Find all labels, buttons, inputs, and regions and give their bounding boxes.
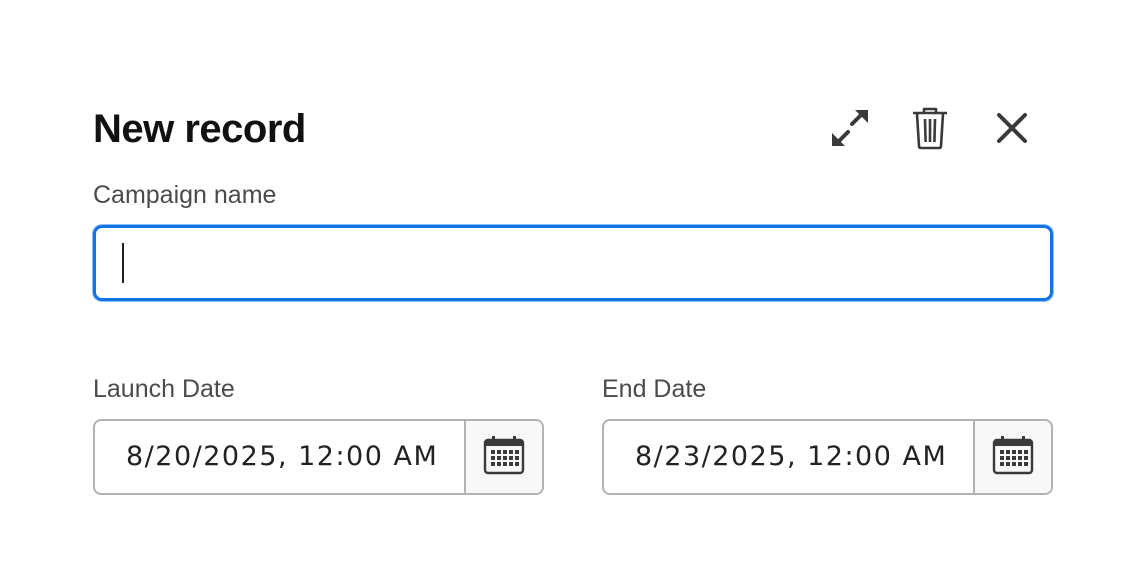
campaign-name-field[interactable] xyxy=(93,225,1053,301)
expand-arrows-icon xyxy=(828,106,872,150)
trash-icon xyxy=(910,106,950,150)
launch-date-field[interactable]: 8/20/2025, 12:00 AM xyxy=(93,419,544,495)
dialog-title: New record xyxy=(93,107,306,151)
end-date-field[interactable]: 8/23/2025, 12:00 AM xyxy=(602,419,1053,495)
calendar-icon xyxy=(992,435,1034,480)
end-date-calendar-button[interactable] xyxy=(973,421,1051,493)
launch-date-label: Launch Date xyxy=(93,375,235,403)
campaign-name-label: Campaign name xyxy=(93,181,277,209)
close-button[interactable] xyxy=(988,104,1036,152)
calendar-icon xyxy=(483,435,525,480)
new-record-dialog: New record Campaign name Launch Date 8/2… xyxy=(0,0,1134,574)
end-date-label: End Date xyxy=(602,375,707,403)
delete-button[interactable] xyxy=(906,104,954,152)
expand-button[interactable] xyxy=(826,104,874,152)
campaign-name-input[interactable] xyxy=(96,228,1050,298)
launch-date-value[interactable]: 8/20/2025, 12:00 AM xyxy=(95,421,468,493)
text-caret xyxy=(122,243,124,283)
close-icon xyxy=(995,111,1029,145)
end-date-value[interactable]: 8/23/2025, 12:00 AM xyxy=(604,421,977,493)
launch-date-calendar-button[interactable] xyxy=(464,421,542,493)
